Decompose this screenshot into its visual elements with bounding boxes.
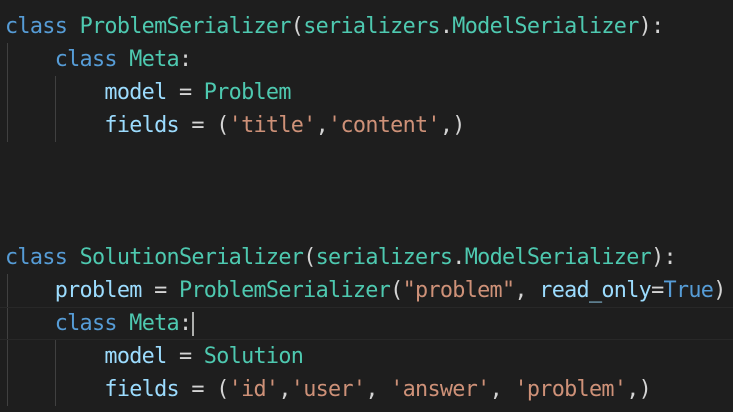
code-token: . — [452, 245, 465, 270]
code-token: , — [278, 377, 291, 402]
code-token: 'user' — [290, 377, 366, 402]
code-line[interactable] — [0, 175, 733, 208]
code-line[interactable]: problem = ProblemSerializer("problem", r… — [0, 274, 733, 307]
code-token: , — [365, 377, 391, 402]
code-token: serializers — [315, 245, 453, 270]
code-token: class — [5, 245, 68, 270]
code-token: = — [141, 278, 179, 303]
code-token: ( — [303, 245, 316, 270]
code-token: 'content' — [328, 113, 441, 138]
code-token: . — [439, 14, 453, 39]
code-token: "problem" — [402, 278, 516, 303]
code-line[interactable] — [0, 142, 733, 175]
code-token: , — [514, 278, 540, 303]
code-line[interactable]: class ProblemSerializer(serializers.Mode… — [0, 10, 733, 43]
code-token: = ( — [178, 113, 229, 138]
text-cursor — [192, 312, 195, 336]
code-token: 'problem' — [514, 377, 627, 402]
code-token: = — [166, 80, 204, 105]
code-line[interactable]: class Meta: — [0, 307, 733, 340]
code-token: serializers — [303, 14, 440, 39]
code-token: ProblemSerializer — [178, 278, 391, 303]
code-token: ModelSerializer — [464, 245, 652, 270]
code-token: ) — [713, 278, 726, 303]
code-token: class — [54, 311, 118, 336]
code-token: 'title' — [228, 113, 317, 138]
code-token: Meta — [129, 47, 179, 72]
code-token: ( — [290, 14, 304, 39]
code-token: model — [104, 344, 167, 369]
code-token: True — [663, 278, 714, 303]
code-token: class — [54, 47, 118, 72]
code-token: Solution — [203, 344, 304, 369]
code-token: : — [178, 47, 192, 72]
code-token: Problem — [203, 80, 292, 105]
code-token: ): — [651, 245, 677, 270]
code-token: read_only — [539, 278, 652, 303]
code-line[interactable]: class SolutionSerializer(serializers.Mod… — [0, 241, 733, 274]
code-token: 'id' — [228, 377, 279, 402]
code-token: ( — [390, 278, 403, 303]
code-token: Meta — [129, 311, 179, 336]
code-token: 'answer' — [390, 377, 490, 402]
code-token: , — [315, 113, 329, 138]
code-line[interactable]: fields = ('id','user', 'answer', 'proble… — [0, 373, 733, 406]
code-line[interactable]: fields = ('title','content',) — [0, 109, 733, 142]
code-token: problem — [54, 278, 143, 303]
code-token: model — [104, 80, 167, 105]
code-line[interactable]: model = Problem — [0, 76, 733, 109]
code-editor[interactable]: class ProblemSerializer(serializers.Mode… — [0, 0, 733, 412]
code-token: = — [166, 344, 204, 369]
code-token: : — [178, 311, 192, 336]
code-token: ,) — [439, 113, 466, 138]
code-token: = — [651, 278, 664, 303]
code-token: ,) — [626, 377, 652, 402]
code-token: fields — [104, 113, 179, 138]
code-token: ModelSerializer — [452, 14, 639, 39]
code-token: fields — [104, 377, 179, 402]
code-token: SolutionSerializer — [79, 245, 304, 270]
code-line[interactable]: model = Solution — [0, 340, 733, 373]
code-token: = ( — [178, 377, 229, 402]
code-token: ProblemSerializer — [79, 14, 292, 39]
code-line[interactable]: class Meta: — [0, 43, 733, 76]
code-token: ): — [638, 14, 665, 39]
code-token: , — [489, 377, 515, 402]
code-token: class — [5, 14, 68, 39]
code-line[interactable] — [0, 208, 733, 241]
